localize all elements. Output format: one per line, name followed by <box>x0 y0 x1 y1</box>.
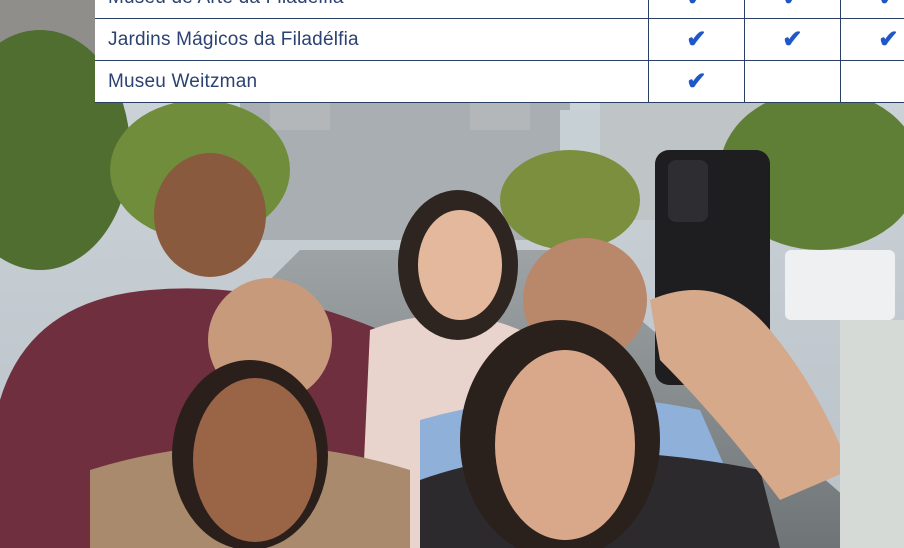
attractions-table-panel: Museu de Arte da Filadélfia ✔ ✔ ✔ Jardin… <box>95 0 904 103</box>
check-icon: ✔ <box>648 0 745 19</box>
attractions-table: Museu de Arte da Filadélfia ✔ ✔ ✔ Jardin… <box>95 0 904 103</box>
check-icon: ✔ <box>648 18 745 61</box>
attraction-name: Jardins Mágicos da Filadélfia <box>95 18 649 61</box>
check-icon: ✔ <box>744 0 841 19</box>
empty-cell <box>744 60 841 103</box>
check-icon: ✔ <box>648 60 745 103</box>
table-row: Jardins Mágicos da Filadélfia ✔ ✔ ✔ <box>95 18 904 61</box>
attraction-name: Museu Weitzman <box>95 60 649 103</box>
empty-cell <box>840 60 904 103</box>
table-row: Museu Weitzman ✔ <box>95 60 904 103</box>
check-icon: ✔ <box>744 18 841 61</box>
table-row: Museu de Arte da Filadélfia ✔ ✔ ✔ <box>95 0 904 19</box>
attraction-name: Museu de Arte da Filadélfia <box>95 0 649 19</box>
check-icon: ✔ <box>840 18 904 61</box>
check-icon: ✔ <box>840 0 904 19</box>
